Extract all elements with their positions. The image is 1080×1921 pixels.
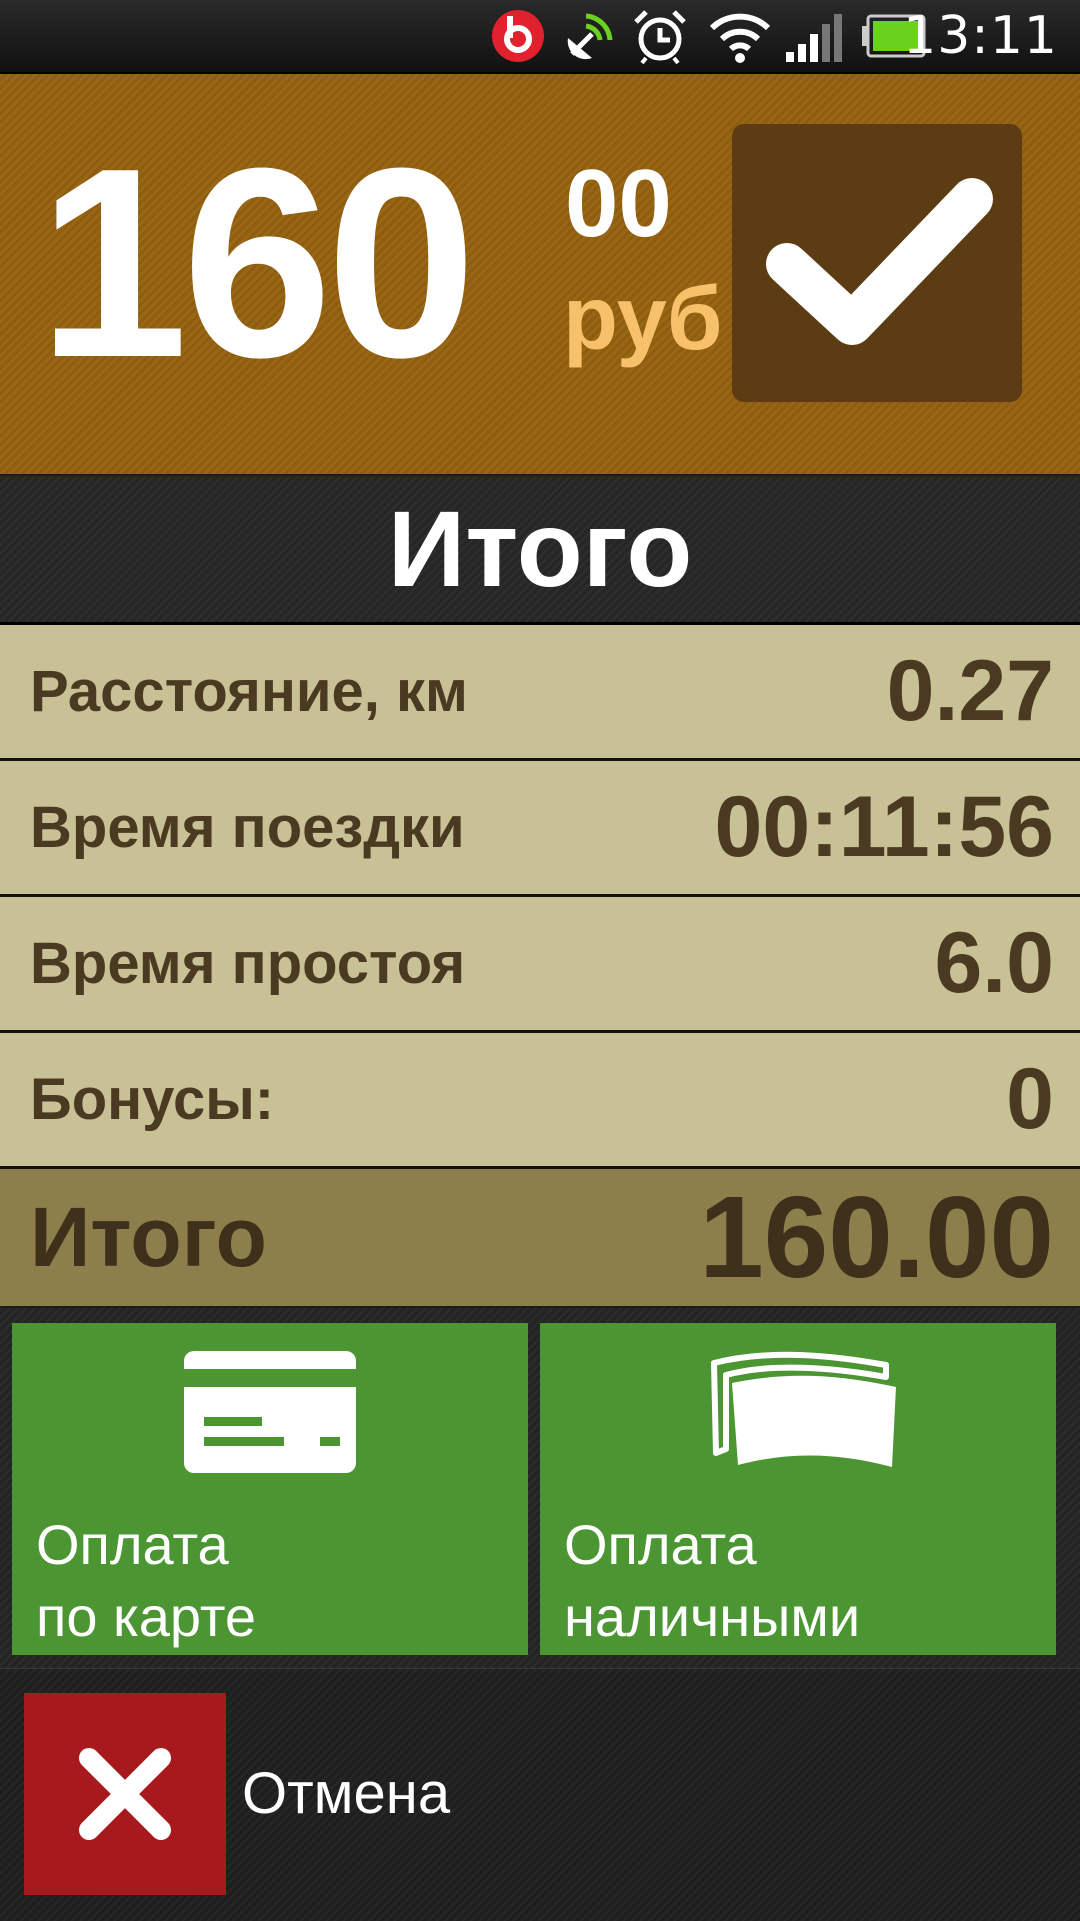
idle-time-row: Время простоя 6.0 <box>0 897 1080 1033</box>
pay-by-card-button[interactable]: Оплата по карте <box>12 1323 528 1655</box>
beats-audio-icon <box>490 8 546 69</box>
trip-summary-table: Расстояние, км 0.27 Время поездки 00:11:… <box>0 625 1080 1306</box>
status-clock: 13:11 <box>903 6 1058 66</box>
confirm-button[interactable] <box>732 124 1022 402</box>
cash-bills-icon <box>710 1345 900 1480</box>
price-currency: руб <box>563 269 723 369</box>
row-value: 00:11:56 <box>714 779 1054 875</box>
row-label: Бонусы: <box>30 1067 275 1132</box>
signal-icon <box>784 8 844 69</box>
row-label: Расстояние, км <box>30 659 468 724</box>
price-header: 160 00 руб <box>0 74 1080 474</box>
price-amount: 160 <box>38 113 476 414</box>
row-label: Время простоя <box>30 931 466 996</box>
payment-options: Оплата по карте Оплата наличными <box>0 1308 1080 1668</box>
total-value: 160.00 <box>699 1172 1054 1302</box>
footer: Отмена <box>0 1668 1080 1921</box>
row-value: 0 <box>1006 1051 1054 1147</box>
status-bar: 13:11 <box>0 0 1080 74</box>
credit-card-icon <box>184 1351 356 1478</box>
alarm-clock-icon <box>632 8 688 69</box>
distance-row: Расстояние, км 0.27 <box>0 625 1080 761</box>
row-label: Время поездки <box>30 795 465 860</box>
pay-card-label-line2: по карте <box>36 1585 256 1648</box>
page-title: Итого <box>0 476 1080 625</box>
pay-by-cash-button[interactable]: Оплата наличными <box>540 1323 1056 1655</box>
price-cents: 00 <box>565 150 672 257</box>
total-label: Итого <box>30 1190 267 1284</box>
close-icon <box>79 1748 171 1840</box>
pay-cash-label-line2: наличными <box>564 1585 861 1648</box>
checkmark-icon <box>766 178 993 345</box>
wifi-icon <box>708 8 772 69</box>
total-row: Итого 160.00 <box>0 1169 1080 1306</box>
cancel-button[interactable] <box>24 1693 226 1895</box>
pay-cash-label-line1: Оплата <box>564 1513 757 1576</box>
trip-time-row: Время поездки 00:11:56 <box>0 761 1080 897</box>
row-value: 0.27 <box>886 643 1054 739</box>
row-value: 6.0 <box>934 915 1054 1011</box>
gps-icon <box>562 8 618 69</box>
bonus-row: Бонусы: 0 <box>0 1033 1080 1169</box>
pay-card-label-line1: Оплата <box>36 1513 229 1576</box>
cancel-label[interactable]: Отмена <box>242 1693 450 1895</box>
